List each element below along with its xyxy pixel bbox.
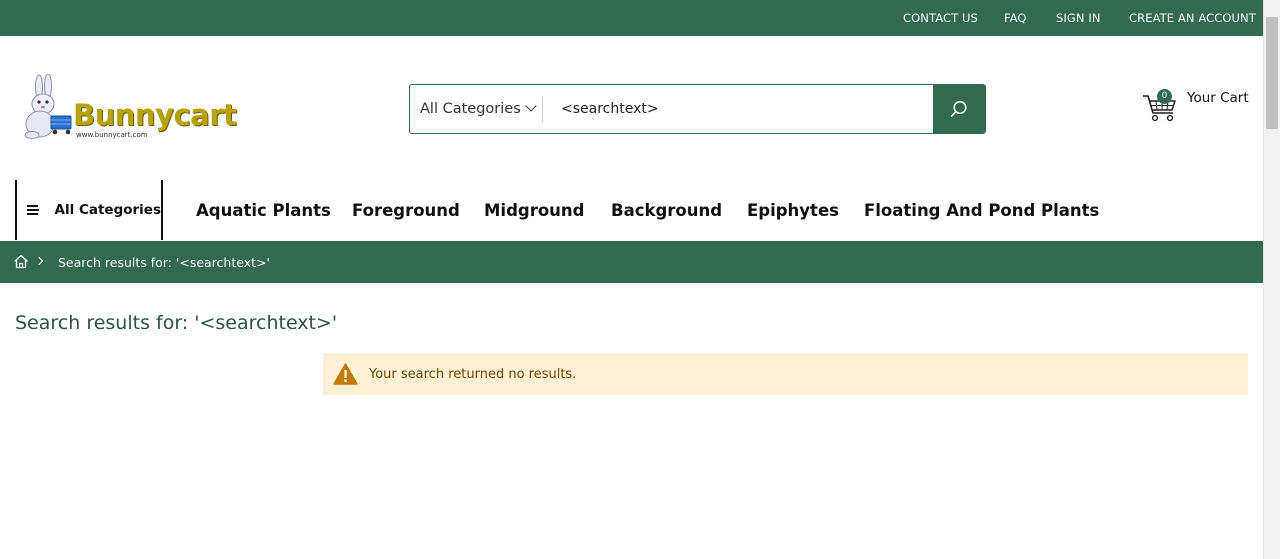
all-categories-menu-button[interactable]: All Categories (15, 180, 163, 240)
all-categories-label: All Categories (54, 202, 161, 218)
cart-count-badge: 0 (1157, 89, 1172, 104)
hamburger-icon (27, 205, 39, 215)
top-bar: CONTACT US FAQ SIGN IN CREATE AN ACCOUNT (0, 0, 1263, 36)
nav-item-floating-and-pond-plants[interactable]: Floating And Pond Plants (864, 201, 1099, 220)
search-button[interactable] (933, 85, 985, 133)
cart-label: Your Cart (1187, 90, 1249, 106)
search-icon (950, 100, 967, 118)
mini-cart[interactable]: 0 Your Cart (1141, 86, 1251, 126)
page-title: Search results for: '<searchtext>' (15, 312, 338, 334)
nav-item-epiphytes[interactable]: Epiphytes (747, 201, 839, 220)
bunny-mascot-icon (24, 74, 72, 139)
page-scrollbar[interactable] (1263, 0, 1280, 559)
no-results-message: Your search returned no results. (369, 366, 577, 382)
warning-icon (333, 363, 358, 385)
nav-item-background[interactable]: Background (611, 201, 722, 220)
sign-in-link[interactable]: SIGN IN (1056, 11, 1101, 25)
nav-item-aquatic-plants[interactable]: Aquatic Plants (196, 201, 331, 220)
logo-url: www.bunnycart.com (76, 131, 148, 139)
nav-item-midground[interactable]: Midground (484, 201, 584, 220)
chevron-down-icon (525, 100, 537, 112)
faq-link[interactable]: FAQ (1004, 11, 1027, 25)
home-icon[interactable] (13, 254, 29, 269)
search-category-select[interactable]: All Categories (410, 85, 542, 133)
breadcrumb-current: Search results for: '<searchtext>' (58, 255, 270, 270)
scrollbar-thumb[interactable] (1266, 17, 1278, 129)
site-logo[interactable]: Bunnycart www.bunnycart.com (18, 74, 237, 142)
search-bar: All Categories (409, 84, 986, 134)
nav-item-foreground[interactable]: Foreground (352, 201, 460, 220)
create-account-link[interactable]: CREATE AN ACCOUNT (1129, 11, 1256, 25)
breadcrumb-chevron-right-icon (34, 256, 44, 266)
breadcrumb: Search results for: '<searchtext>' (0, 241, 1263, 283)
search-divider (542, 97, 543, 123)
contact-us-link[interactable]: CONTACT US (903, 11, 978, 25)
no-results-notice: Your search returned no results. (323, 353, 1248, 395)
search-input[interactable] (550, 85, 932, 133)
logo-wordmark: Bunnycart (73, 98, 237, 132)
search-category-label: All Categories (420, 101, 521, 117)
